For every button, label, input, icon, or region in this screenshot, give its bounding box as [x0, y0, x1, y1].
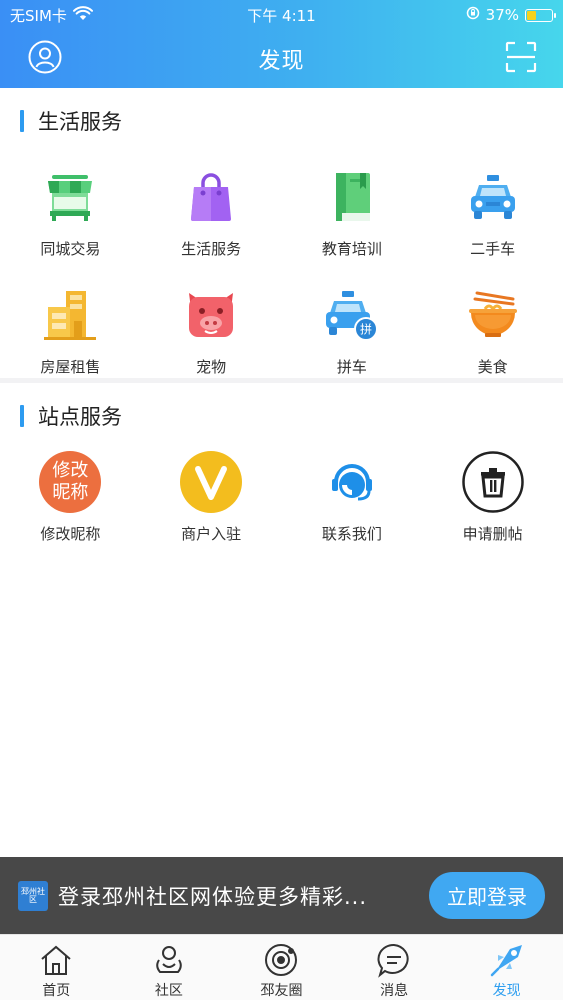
- market-stall-icon: [39, 166, 101, 228]
- login-banner: 邳州社区 登录邳州社区网体验更多精彩... 立即登录: [0, 857, 563, 934]
- section-title: 生活服务: [38, 110, 122, 134]
- site-logo: 邳州社区: [18, 880, 48, 911]
- service-label: 商户入驻: [181, 525, 242, 543]
- section-divider: [0, 378, 563, 383]
- service-label: 二手车: [470, 240, 516, 258]
- service-item-pets[interactable]: 宠物: [141, 264, 282, 382]
- scan-icon[interactable]: [505, 41, 537, 77]
- merchant-v-icon: [180, 451, 243, 513]
- section-header: 站点服务: [0, 401, 563, 431]
- shopping-bag-icon: [180, 166, 242, 228]
- nav-bar: 发现: [0, 30, 563, 88]
- edit-nickname-icon: 修改 昵称: [39, 451, 102, 513]
- carpool-badge-text: 拼: [360, 323, 372, 337]
- carrier-label: 无SIM卡: [10, 6, 67, 25]
- discover-icon: [488, 941, 526, 979]
- rotation-lock-icon: [466, 6, 480, 24]
- tab-community[interactable]: 社区: [113, 935, 226, 1000]
- service-label: 修改昵称: [40, 525, 101, 543]
- site-item-delete-post[interactable]: 申请删帖: [422, 431, 563, 549]
- section-header: 生活服务: [0, 106, 563, 136]
- service-item-local-trade[interactable]: 同城交易: [0, 146, 141, 264]
- page-title: 发现: [258, 49, 305, 74]
- service-label: 美食: [477, 358, 508, 376]
- tab-pi-friends[interactable]: 邳友圈: [225, 935, 338, 1000]
- service-label: 房屋租售: [40, 358, 101, 376]
- service-item-life-service[interactable]: 生活服务: [141, 146, 282, 264]
- section-accent-bar: [20, 110, 24, 132]
- book-icon: [321, 166, 383, 228]
- tab-label: 消息: [380, 983, 409, 999]
- life-services-section: 生活服务 同城交易 生活服务 教育培训 二手车 房屋租售 宠物 拼 拼车 美食: [0, 106, 563, 382]
- life-services-grid: 同城交易 生活服务 教育培训 二手车 房屋租售 宠物 拼 拼车 美食: [0, 146, 563, 382]
- tab-home[interactable]: 首页: [0, 935, 113, 1000]
- status-bar: 无SIM卡 下午 4:11 37%: [0, 0, 563, 30]
- tab-label: 首页: [42, 983, 71, 999]
- service-label: 教育培训: [321, 240, 382, 258]
- service-label: 生活服务: [181, 240, 242, 258]
- community-icon: [150, 941, 188, 979]
- battery-percent: 37%: [485, 6, 519, 24]
- tab-bar: 首页 社区 邳友圈 消息 发现: [0, 934, 563, 1000]
- top-bar: 无SIM卡 下午 4:11 37% 发现: [0, 0, 563, 88]
- service-label: 申请删帖: [462, 525, 523, 543]
- site-services-section: 站点服务 修改 昵称 修改昵称 商户入驻 联系我们 申请删帖: [0, 401, 563, 549]
- tab-label: 邳友圈: [260, 983, 303, 999]
- service-item-used-car[interactable]: 二手车: [422, 146, 563, 264]
- site-logo-text: 邳州社区: [21, 886, 45, 904]
- noodle-bowl-icon: [462, 284, 524, 346]
- edit-nickname-badge: 修改 昵称: [39, 451, 102, 513]
- site-item-edit-nickname[interactable]: 修改 昵称 修改昵称: [0, 431, 141, 549]
- home-icon: [37, 941, 75, 979]
- carpool-icon: 拼: [321, 284, 383, 346]
- tab-label: 发现: [492, 983, 521, 999]
- service-item-housing[interactable]: 房屋租售: [0, 264, 141, 382]
- service-item-education[interactable]: 教育培训: [282, 146, 423, 264]
- building-icon: [39, 284, 101, 346]
- car-icon: [462, 166, 524, 228]
- site-services-grid: 修改 昵称 修改昵称 商户入驻 联系我们 申请删帖: [0, 431, 563, 549]
- login-banner-text: 登录邳州社区网体验更多精彩...: [58, 884, 368, 909]
- site-item-contact[interactable]: 联系我们: [282, 431, 423, 549]
- section-accent-bar: [20, 405, 24, 427]
- tab-discover[interactable]: 发现: [450, 935, 563, 1000]
- battery-icon: [525, 8, 556, 22]
- section-title: 站点服务: [38, 405, 122, 429]
- tab-label: 社区: [154, 983, 183, 999]
- profile-icon[interactable]: [28, 40, 62, 78]
- battery-fill: [527, 10, 536, 20]
- tab-messages[interactable]: 消息: [338, 935, 451, 1000]
- service-item-food[interactable]: 美食: [422, 264, 563, 382]
- service-item-carpool[interactable]: 拼 拼车: [282, 264, 423, 382]
- service-label: 同城交易: [40, 240, 101, 258]
- site-item-merchant[interactable]: 商户入驻: [141, 431, 282, 549]
- wifi-icon: [72, 5, 93, 25]
- message-icon: [375, 941, 413, 979]
- service-label: 宠物: [196, 358, 227, 376]
- headset-icon: [321, 451, 383, 513]
- login-button[interactable]: 立即登录: [429, 872, 545, 919]
- trash-icon: [461, 451, 524, 513]
- service-label: 联系我们: [321, 525, 382, 543]
- pig-icon: [180, 284, 242, 346]
- planet-icon: [262, 941, 300, 979]
- service-label: 拼车: [336, 358, 367, 376]
